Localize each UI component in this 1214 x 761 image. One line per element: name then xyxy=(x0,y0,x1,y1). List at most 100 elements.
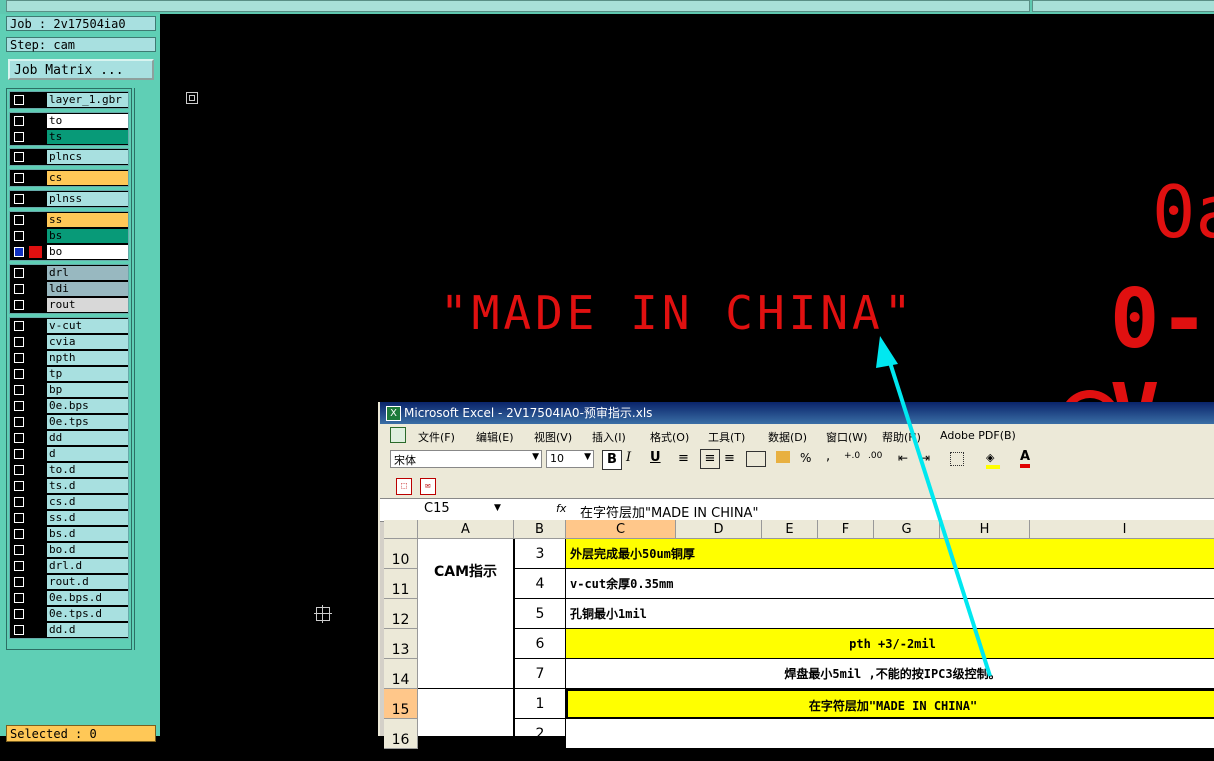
top-field-left[interactable] xyxy=(6,0,1030,12)
layer-checkbox[interactable] xyxy=(14,300,24,310)
cell-b[interactable]: 4 xyxy=(514,569,566,599)
align-center-icon[interactable]: ≡ xyxy=(700,449,720,469)
spreadsheet-grid[interactable]: A B C D E F G H I 10 3 外层完成最小50um铜厚 11 4 v-cut余厚0.35mm… xyxy=(384,520,1214,749)
layer-row[interactable]: dd.d xyxy=(10,622,128,638)
borders-icon[interactable] xyxy=(950,452,964,466)
layer-row[interactable]: cs.d xyxy=(10,494,128,510)
layer-checkbox[interactable] xyxy=(14,401,24,411)
pdf-create-icon[interactable]: ⬚ xyxy=(396,478,412,495)
layer-checkbox[interactable] xyxy=(14,268,24,278)
layer-checkbox[interactable] xyxy=(14,353,24,363)
layer-row[interactable]: v-cut xyxy=(10,318,128,334)
layer-checkbox[interactable] xyxy=(14,116,24,126)
menu-item[interactable]: 帮助(H) xyxy=(882,429,921,445)
layer-checkbox[interactable] xyxy=(14,625,24,635)
layer-row[interactable]: rout xyxy=(10,297,128,313)
decrease-decimal-icon[interactable]: .00 xyxy=(868,451,882,461)
cell-c[interactable]: 孔铜最小1mil xyxy=(566,599,1214,629)
layer-row[interactable]: bp xyxy=(10,382,128,398)
layer-checkbox[interactable] xyxy=(14,173,24,183)
layer-checkbox[interactable] xyxy=(14,433,24,443)
layer-row[interactable]: plnss xyxy=(10,191,128,207)
menu-item[interactable]: 工具(T) xyxy=(708,429,745,445)
layer-checkbox[interactable] xyxy=(14,337,24,347)
job-matrix-button[interactable]: Job Matrix ... xyxy=(8,59,154,80)
cell-b[interactable]: 6 xyxy=(514,629,566,659)
layer-row[interactable]: layer_1.gbr xyxy=(10,92,128,108)
align-left-icon[interactable]: ≡ xyxy=(678,451,689,466)
layer-checkbox[interactable] xyxy=(14,545,24,555)
chevron-down-icon[interactable]: ▼ xyxy=(584,452,591,462)
layer-row[interactable]: ss xyxy=(10,212,128,228)
layer-row[interactable]: to.d xyxy=(10,462,128,478)
column-header[interactable]: G xyxy=(874,520,940,539)
menu-item[interactable]: 窗口(W) xyxy=(826,429,867,445)
currency-icon[interactable] xyxy=(776,451,790,463)
underline-icon[interactable]: U xyxy=(650,450,661,465)
layer-checkbox[interactable] xyxy=(14,321,24,331)
chevron-down-icon[interactable]: ▼ xyxy=(532,452,539,462)
layer-checkbox[interactable] xyxy=(14,417,24,427)
increase-indent-icon[interactable]: ⇥ xyxy=(920,451,930,465)
menu-item[interactable]: 编辑(E) xyxy=(476,429,514,445)
cell-c[interactable]: 在字符层加"MADE IN CHINA" xyxy=(566,689,1214,719)
menu-item[interactable]: Adobe PDF(B) xyxy=(940,429,1016,442)
menu-item[interactable]: 数据(D) xyxy=(768,429,807,445)
layer-checkbox[interactable] xyxy=(14,465,24,475)
layer-row[interactable]: ldi xyxy=(10,281,128,297)
cell-b[interactable]: 7 xyxy=(514,659,566,689)
layer-checkbox[interactable] xyxy=(14,561,24,571)
italic-icon[interactable]: I xyxy=(626,450,631,465)
align-right-icon[interactable]: ≡ xyxy=(724,451,735,466)
fill-color-icon[interactable]: ◈ xyxy=(986,451,1000,469)
chevron-down-icon[interactable]: ▼ xyxy=(494,503,501,513)
layer-checkbox[interactable] xyxy=(14,449,24,459)
row-header[interactable]: 12 xyxy=(384,599,418,629)
layer-row[interactable]: ss.d xyxy=(10,510,128,526)
decrease-indent-icon[interactable]: ⇤ xyxy=(898,451,908,465)
cam-instruction-label[interactable]: CAM指示 xyxy=(418,539,514,689)
cell-c[interactable]: v-cut余厚0.35mm xyxy=(566,569,1214,599)
cell-b[interactable]: 3 xyxy=(514,539,566,569)
layer-row[interactable]: 0e.bps xyxy=(10,398,128,414)
row-header[interactable]: 14 xyxy=(384,659,418,689)
select-all-corner[interactable] xyxy=(384,520,418,539)
font-color-icon[interactable]: A xyxy=(1020,449,1031,468)
layer-row[interactable]: 0e.tps.d xyxy=(10,606,128,622)
cell-b[interactable]: 1 xyxy=(514,689,566,719)
excel-title-bar[interactable]: X Microsoft Excel - 2V17504IA0-预审指示.xls xyxy=(380,402,1214,424)
layer-row[interactable]: 0e.tps xyxy=(10,414,128,430)
column-header[interactable]: A xyxy=(418,520,514,539)
row-header[interactable]: 15 xyxy=(384,689,418,719)
menu-item[interactable]: 文件(F) xyxy=(418,429,455,445)
comma-icon[interactable]: , xyxy=(826,449,830,464)
layer-checkbox[interactable] xyxy=(14,284,24,294)
layer-row[interactable]: bo.d xyxy=(10,542,128,558)
top-field-right[interactable] xyxy=(1032,0,1214,12)
layer-checkbox[interactable] xyxy=(14,577,24,587)
row-header[interactable]: 13 xyxy=(384,629,418,659)
increase-decimal-icon[interactable]: +.0 xyxy=(844,451,860,461)
percent-icon[interactable]: % xyxy=(800,451,811,465)
layer-checkbox[interactable] xyxy=(14,385,24,395)
layer-checkbox[interactable] xyxy=(14,152,24,162)
layer-row[interactable]: to xyxy=(10,113,128,129)
layer-row[interactable]: 0e.bps.d xyxy=(10,590,128,606)
cell-c[interactable]: 焊盘最小5mil ,不能的按IPC3级控制。 xyxy=(566,659,1214,689)
layer-checkbox[interactable] xyxy=(14,497,24,507)
pdf-email-icon[interactable]: ✉ xyxy=(420,478,436,495)
layer-row[interactable]: ts xyxy=(10,129,128,145)
layer-checkbox[interactable] xyxy=(14,609,24,619)
cell-c[interactable]: pth +3/-2mil xyxy=(566,629,1214,659)
row-header[interactable]: 10 xyxy=(384,539,418,569)
cell-b[interactable]: 5 xyxy=(514,599,566,629)
layer-row[interactable]: dd xyxy=(10,430,128,446)
menu-item[interactable]: 插入(I) xyxy=(592,429,626,445)
layer-checkbox[interactable] xyxy=(14,513,24,523)
layer-checkbox[interactable] xyxy=(14,95,24,105)
cell-a-merged[interactable] xyxy=(418,689,514,749)
column-header[interactable]: D xyxy=(676,520,762,539)
layer-row[interactable]: bs xyxy=(10,228,128,244)
name-box[interactable]: C15 xyxy=(384,501,490,517)
layer-row[interactable]: d xyxy=(10,446,128,462)
